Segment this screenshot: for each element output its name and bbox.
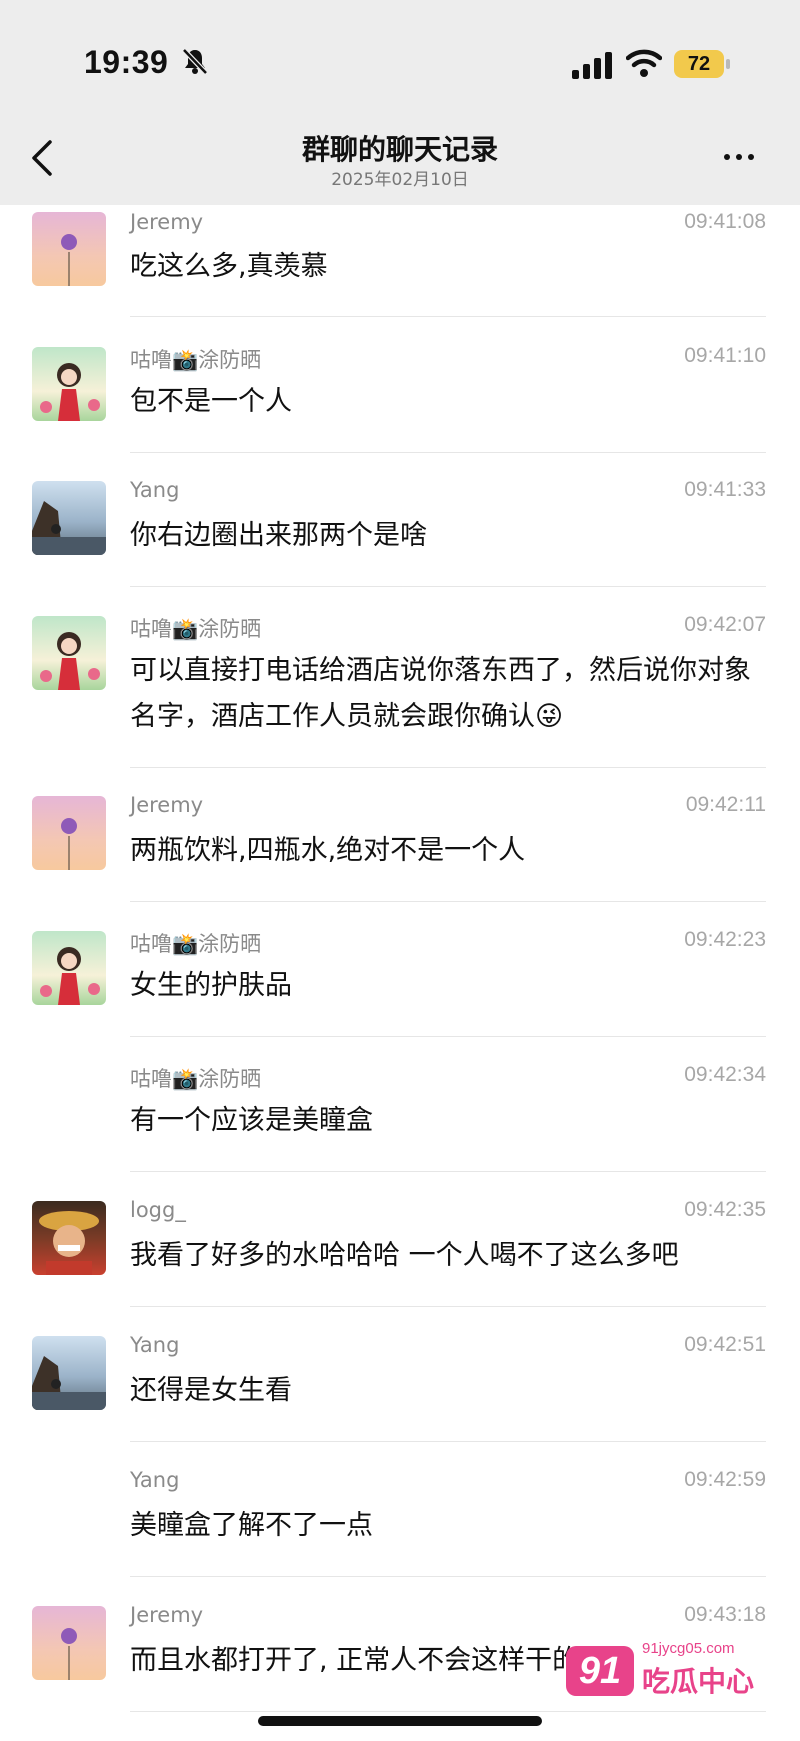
avatar[interactable] bbox=[32, 212, 106, 286]
divider bbox=[130, 1306, 766, 1307]
message-time: 09:42:51 bbox=[684, 1333, 766, 1356]
divider bbox=[130, 1171, 766, 1172]
avatar[interactable] bbox=[32, 616, 106, 690]
message-text: 美瞳盒了解不了一点 bbox=[130, 1510, 373, 1541]
message-time: 09:42:59 bbox=[684, 1468, 766, 1491]
message-text: 吃这么多,真羡慕 bbox=[130, 251, 328, 282]
message-text: 包不是一个人 bbox=[130, 386, 292, 417]
avatar[interactable] bbox=[32, 796, 106, 870]
divider bbox=[130, 1036, 766, 1037]
message-time: 09:42:23 bbox=[684, 928, 766, 951]
more-dots-icon[interactable] bbox=[724, 145, 764, 165]
page-title: 群聊的聊天记录 bbox=[301, 133, 498, 166]
watermark-brand: 吃瓜中心 bbox=[642, 1665, 755, 1698]
bell-slash-icon bbox=[182, 48, 208, 75]
message-time: 09:42:07 bbox=[684, 613, 766, 636]
sender-name: Jeremy bbox=[130, 793, 204, 817]
message-text: 女生的护肤品 bbox=[130, 970, 292, 1001]
sender-name: logg_ bbox=[130, 1198, 186, 1222]
message-text: 两瓶饮料,四瓶水,绝对不是一个人 bbox=[130, 835, 526, 866]
sender-name: Yang bbox=[130, 1333, 180, 1357]
message-time: 09:42:11 bbox=[685, 793, 766, 816]
sender-name: Jeremy bbox=[130, 1603, 204, 1627]
avatar[interactable] bbox=[32, 481, 106, 555]
watermark-badge: 91 bbox=[566, 1646, 634, 1696]
sender-name: 咕噜📸涂防晒 bbox=[130, 1067, 262, 1091]
message-time: 09:41:08 bbox=[684, 210, 766, 233]
avatar[interactable] bbox=[32, 1606, 106, 1680]
avatar[interactable] bbox=[32, 1336, 106, 1410]
watermark-logo: 91 91jycg05.com 吃瓜中心 bbox=[566, 1640, 776, 1700]
divider bbox=[130, 1711, 766, 1712]
divider bbox=[130, 452, 766, 453]
sender-name: Jeremy bbox=[130, 210, 204, 234]
divider bbox=[130, 586, 766, 587]
battery-icon: 72 bbox=[674, 50, 730, 80]
sender-name: 咕噜📸涂防晒 bbox=[130, 348, 262, 372]
status-time: 19:39 bbox=[84, 44, 169, 80]
sender-name: 咕噜📸涂防晒 bbox=[130, 932, 262, 956]
divider bbox=[130, 316, 766, 317]
status-bar: 19:39 72 bbox=[0, 0, 800, 110]
message-text: 可以直接打电话给酒店说你落东西了，然后说你对象名字，酒店工作人员就会跟你确认😜 bbox=[130, 655, 751, 732]
message-time: 09:41:10 bbox=[684, 344, 766, 367]
message-time: 09:41:33 bbox=[684, 478, 766, 501]
message-text: 你右边圈出来那两个是啥 bbox=[130, 520, 427, 551]
avatar[interactable] bbox=[32, 347, 106, 421]
header-area: 19:39 72 群聊的聊天记录 2025年02月10日 bbox=[0, 0, 800, 205]
divider bbox=[130, 1441, 766, 1442]
watermark-url: 91jycg05.com bbox=[642, 1640, 735, 1657]
sender-name: Yang bbox=[130, 478, 180, 502]
avatar[interactable] bbox=[32, 931, 106, 1005]
cellular-signal-icon bbox=[572, 52, 612, 79]
avatar[interactable] bbox=[32, 1201, 106, 1275]
sender-name: Yang bbox=[130, 1468, 180, 1492]
message-time: 09:42:34 bbox=[684, 1063, 766, 1086]
wifi-icon bbox=[626, 49, 662, 77]
message-time: 09:42:35 bbox=[684, 1198, 766, 1221]
message-text: 还得是女生看 bbox=[130, 1375, 292, 1406]
home-indicator[interactable] bbox=[258, 1716, 542, 1726]
divider bbox=[130, 767, 766, 768]
message-text: 有一个应该是美瞳盒 bbox=[130, 1105, 373, 1136]
battery-level: 72 bbox=[687, 53, 711, 75]
message-time: 09:43:18 bbox=[684, 1603, 766, 1626]
divider bbox=[130, 901, 766, 902]
message-text: 我看了好多的水哈哈哈 一个人喝不了这么多吧 bbox=[130, 1240, 679, 1271]
page-subtitle-date: 2025年02月10日 bbox=[331, 170, 469, 190]
divider bbox=[130, 1576, 766, 1577]
sender-name: 咕噜📸涂防晒 bbox=[130, 617, 262, 641]
